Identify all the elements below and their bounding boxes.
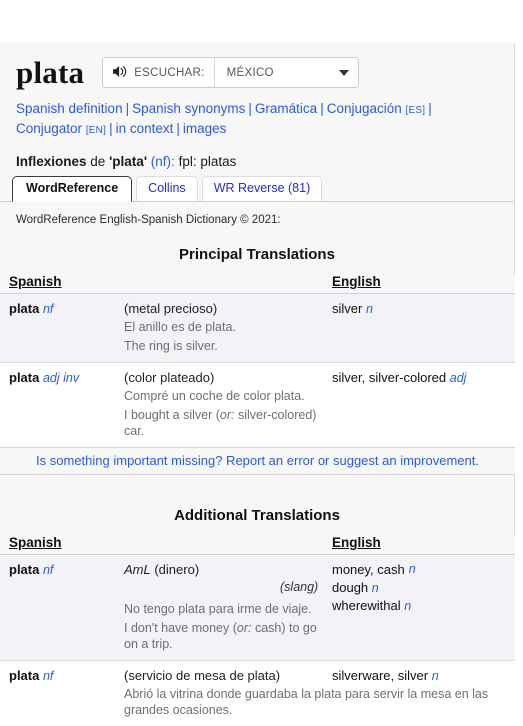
link-images[interactable]: images: [183, 121, 227, 136]
page-title: plata: [16, 57, 84, 88]
tab-wr-reverse[interactable]: WR Reverse (81): [202, 176, 323, 201]
example-spanish: Compré un coche de color plata.: [124, 385, 332, 404]
english-term: silverware, silver: [332, 668, 428, 683]
register-tag-slang: (slang): [280, 580, 318, 594]
example-spanish: El anillo es de plata.: [124, 316, 332, 335]
tab-collins[interactable]: Collins: [136, 176, 198, 201]
inflections-forms: fpl: platas: [179, 154, 237, 169]
table-row: plata nf AmL (dinero) No tengo plata par…: [0, 555, 515, 661]
link-conjugacion-es-tag: [ES]: [406, 105, 426, 116]
spanish-pos: nf: [43, 302, 53, 316]
links-line-2: Conjugator [EN]|in context|images: [16, 121, 226, 136]
link-separator: |: [425, 101, 435, 116]
inflections-title: Inflexiones: [16, 154, 87, 169]
english-term: silver, silver-colored: [332, 370, 446, 385]
sense-description: (servicio de mesa de plata): [124, 668, 332, 683]
table-header-row: Spanish English: [0, 535, 515, 555]
english-sense-extra: wherewithal n: [332, 595, 515, 613]
english-pos: n: [372, 581, 379, 595]
spanish-pos: nf: [43, 563, 53, 577]
english-term: silver: [332, 301, 362, 316]
dictionary-credit: WordReference English-Spanish Dictionary…: [0, 202, 514, 236]
english-term: wherewithal: [332, 598, 401, 613]
link-separator: |: [173, 121, 183, 136]
related-links: Spanish definition|Spanish synonyms|Gram…: [0, 88, 514, 140]
english-pos: n: [405, 562, 416, 577]
inflections-word: 'plata': [109, 154, 147, 169]
table-row: plata nf (servicio de mesa de plata) sil…: [0, 661, 515, 726]
english-term: money, cash: [332, 562, 405, 577]
link-in-context[interactable]: in context: [116, 121, 174, 136]
table-row: plata nf (metal precioso) El anillo es d…: [0, 294, 515, 363]
listen-label: ESCUCHAR:: [134, 67, 204, 79]
spanish-term: plata: [0, 301, 39, 316]
inflections-de: de: [90, 154, 105, 169]
browser-top-gap: [0, 0, 523, 43]
english-pos: n: [404, 599, 411, 613]
column-header-spanish: Spanish: [9, 274, 62, 289]
dialect-selected-value: MÉXICO: [227, 67, 274, 79]
sense-description: AmL (dinero): [124, 562, 332, 577]
english-sense-primary: money, cash n: [332, 562, 515, 577]
listen-button[interactable]: ESCUCHAR:: [103, 58, 214, 87]
sense-description: (color plateado): [124, 370, 332, 385]
link-conjugator-en-tag: [EN]: [86, 125, 106, 136]
audio-pronunciation-control[interactable]: ESCUCHAR: MÉXICO: [102, 57, 358, 88]
section-title-principal: Principal Translations: [0, 236, 514, 274]
inflections-pos: (nf):: [151, 154, 175, 169]
example-english: I bought a silver (or: silver-colored) c…: [124, 404, 332, 439]
link-separator: |: [106, 121, 116, 136]
links-line-1: Spanish definition|Spanish synonyms|Gram…: [16, 101, 435, 116]
sense-description: (metal precioso): [124, 301, 332, 316]
english-pos: n: [366, 302, 373, 316]
speaker-icon: [113, 65, 128, 81]
table-row: plata adj inv (color plateado) Compré un…: [0, 363, 515, 448]
dialect-select[interactable]: MÉXICO: [215, 58, 358, 87]
principal-translations-table: Spanish English plata nf (metal precioso…: [0, 274, 515, 475]
example-spanish: Abrió la vitrina donde guardaba la plata…: [124, 683, 504, 718]
additional-translations-table: Spanish English plata nf AmL (dinero) No…: [0, 535, 515, 726]
report-error-link[interactable]: Is something important missing? Report a…: [36, 453, 479, 468]
spanish-pos: adj inv: [43, 371, 79, 385]
spanish-term: plata: [0, 562, 39, 577]
inflections-line: Inflexiones de 'plata' (nf): fpl: platas: [0, 140, 514, 169]
column-header-english: English: [332, 535, 381, 550]
example-english: The ring is silver.: [124, 335, 332, 354]
link-conjugacion-es[interactable]: Conjugación: [327, 101, 402, 116]
column-header-english: English: [332, 274, 381, 289]
chevron-down-icon: [339, 70, 349, 76]
spanish-pos: nf: [43, 669, 53, 683]
column-header-spanish: Spanish: [9, 535, 62, 550]
example-english: I don't have money (or: cash) to go on a…: [124, 617, 332, 652]
spanish-term: plata: [0, 668, 39, 683]
english-sense-extra: dough n: [332, 577, 515, 595]
spanish-term: plata: [0, 370, 39, 385]
link-gramatica[interactable]: Gramática: [255, 101, 317, 116]
english-pos: adj: [450, 371, 467, 385]
dictionary-content-panel: plata ESCUCHAR: MÉXICO Spanish definiti: [0, 43, 515, 726]
section-spacer: [0, 475, 514, 497]
dictionary-tabs: WordReference Collins WR Reverse (81): [0, 175, 514, 202]
link-conjugator-en[interactable]: Conjugator: [16, 121, 82, 136]
tab-wordreference[interactable]: WordReference: [12, 176, 132, 202]
link-separator: |: [123, 101, 133, 116]
report-error-row: Is something important missing? Report a…: [0, 448, 515, 475]
english-term: dough: [332, 580, 368, 595]
link-spanish-synonyms[interactable]: Spanish synonyms: [132, 101, 245, 116]
headword-row: plata ESCUCHAR: MÉXICO: [0, 43, 514, 88]
link-separator: |: [317, 101, 327, 116]
english-pos: n: [432, 669, 439, 683]
table-header-row: Spanish English: [0, 274, 515, 294]
link-spanish-definition[interactable]: Spanish definition: [16, 101, 123, 116]
section-title-additional: Additional Translations: [0, 497, 514, 535]
link-separator: |: [245, 101, 255, 116]
